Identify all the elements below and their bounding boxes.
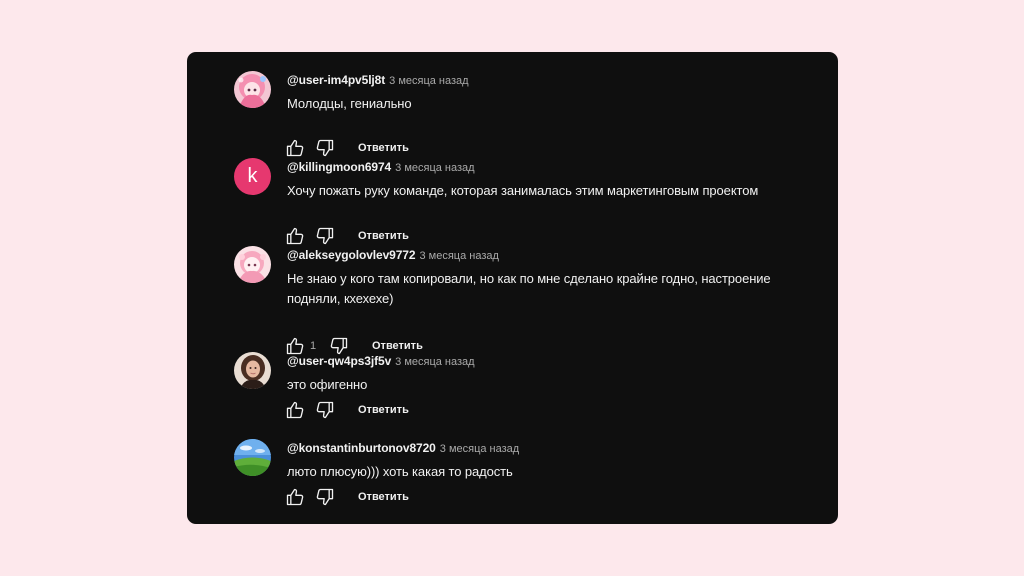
avatar[interactable] <box>234 352 271 389</box>
anime-avatar-icon <box>234 71 271 108</box>
reply-button[interactable]: Ответить <box>358 489 409 505</box>
comment-time[interactable]: 3 месяца назад <box>395 356 474 368</box>
avatar[interactable] <box>234 71 271 108</box>
thumbs-down-icon[interactable] <box>315 400 335 420</box>
thumbs-down-icon[interactable] <box>315 138 335 158</box>
thumbs-up-icon[interactable] <box>285 138 305 158</box>
comment-time[interactable]: 3 месяца назад <box>419 250 498 262</box>
comment-header: @alekseygolovlev9772 3 месяца назад <box>287 247 499 264</box>
like-count: 1 <box>310 340 317 352</box>
thumbs-up-icon[interactable] <box>285 487 305 507</box>
comment-header: @konstantinburtonov8720 3 месяца назад <box>287 440 519 457</box>
comment-text: Не знаю у кого там копировали, но как по… <box>287 271 771 306</box>
comment-author[interactable]: @alekseygolovlev9772 <box>287 248 416 262</box>
comment-time[interactable]: 3 месяца назад <box>389 75 468 87</box>
comment-author[interactable]: @user-im4pv5lj8t <box>287 73 385 87</box>
comment-author[interactable]: @killingmoon6974 <box>287 160 391 174</box>
comment-header: @user-im4pv5lj8t 3 месяца назад <box>287 72 469 89</box>
comment-time[interactable]: 3 месяца назад <box>440 443 519 455</box>
comments-panel: @user-im4pv5lj8t 3 месяца назад Молодцы, … <box>187 52 838 524</box>
comment-text: люто плюсую))) хоть какая то радость <box>287 464 513 479</box>
comment-text: Молодцы, гениально <box>287 96 412 111</box>
comment-text: это офигенно <box>287 377 368 392</box>
comment-author[interactable]: @user-qw4ps3jf5v <box>287 354 391 368</box>
avatar[interactable] <box>234 439 271 476</box>
comment-text: Хочу пожать руку команде, которая занима… <box>287 183 759 198</box>
reply-button[interactable]: Ответить <box>372 338 423 354</box>
comment-author[interactable]: @konstantinburtonov8720 <box>287 441 436 455</box>
comment-header: @user-qw4ps3jf5v 3 месяца назад <box>287 353 475 370</box>
comment-time[interactable]: 3 месяца назад <box>395 162 474 174</box>
landscape-avatar-icon <box>234 439 271 476</box>
thumbs-down-icon[interactable] <box>315 487 335 507</box>
thumbs-up-icon[interactable] <box>285 400 305 420</box>
anime-avatar-icon <box>234 246 271 283</box>
avatar[interactable] <box>234 246 271 283</box>
reply-button[interactable]: Ответить <box>358 140 409 156</box>
reply-button[interactable]: Ответить <box>358 228 409 244</box>
reply-button[interactable]: Ответить <box>358 402 409 418</box>
thumbs-up-icon[interactable] <box>285 226 305 246</box>
avatar[interactable]: k <box>234 158 271 195</box>
thumbs-down-icon[interactable] <box>315 226 335 246</box>
comment-header: @killingmoon6974 3 месяца назад <box>287 159 475 176</box>
photo-avatar-icon <box>234 352 271 389</box>
